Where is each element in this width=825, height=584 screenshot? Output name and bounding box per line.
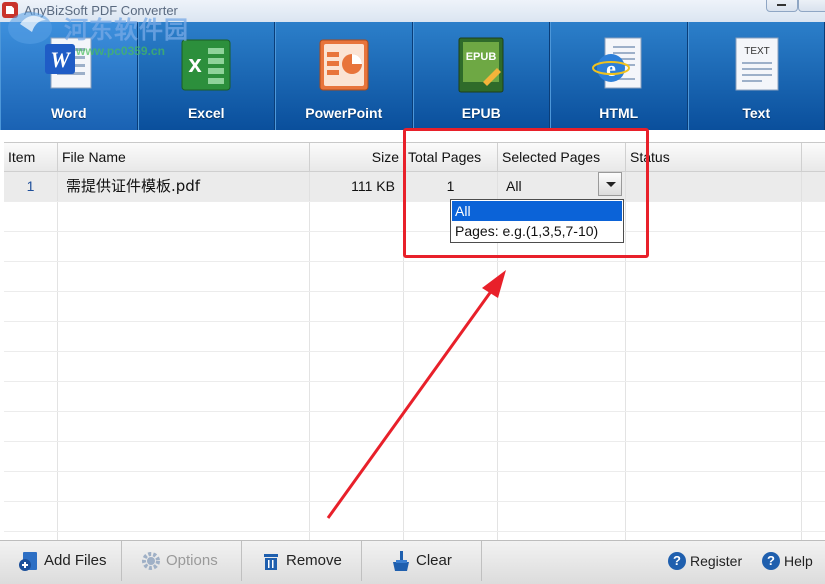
column-header-total-pages[interactable]: Total Pages [404,143,498,171]
help-link[interactable]: ? Help [762,551,813,571]
table-row [4,322,825,352]
table-row [4,502,825,532]
excel-icon: x [178,34,234,96]
trash-icon [260,550,282,572]
table-body: 1 需提供证件模板.pdf 111 KB 1 All [4,172,825,542]
cell-file-name: 需提供证件模板.pdf [58,172,310,201]
tab-html-label: HTML [551,105,687,121]
minimize-button[interactable] [766,0,798,12]
tab-powerpoint-label: PowerPoint [276,105,412,121]
broom-icon [390,550,412,572]
register-label: Register [690,553,742,569]
dropdown-option-all[interactable]: All [452,201,622,221]
tab-word[interactable]: W Word [0,22,138,130]
add-files-label: Add Files [44,552,107,569]
window-title: AnyBizSoft PDF Converter [24,3,178,18]
options-label: Options [166,552,218,569]
tab-excel-label: Excel [139,105,275,121]
app-icon [2,2,18,18]
add-files-button[interactable]: Add Files [4,541,122,581]
svg-text:x: x [189,51,203,78]
column-header-item[interactable]: Item [4,143,58,171]
table-row [4,352,825,382]
tab-powerpoint[interactable]: PowerPoint [275,22,413,130]
column-header-size[interactable]: Size [310,143,404,171]
text-icon: TEXT [728,34,784,96]
svg-text:e: e [606,56,616,81]
table-row [4,232,825,262]
remove-button[interactable]: Remove [242,541,362,581]
file-table: Item File Name Size Total Pages Selected… [4,142,825,543]
powerpoint-icon [316,34,372,96]
clear-button[interactable]: Clear [362,541,482,581]
title-bar: AnyBizSoft PDF Converter [0,0,825,23]
cell-total-pages: 1 [404,172,498,201]
epub-icon: EPUB [453,34,509,96]
register-link[interactable]: ? Register [668,551,742,571]
table-row [4,412,825,442]
format-toolbar: W Word x Excel PowerPoint EPUB [0,22,825,130]
table-header: Item File Name Size Total Pages Selected… [4,143,825,172]
tab-epub[interactable]: EPUB EPUB [413,22,551,130]
dropdown-option-pages[interactable]: Pages: e.g.(1,3,5,7-10) [452,221,622,241]
tab-word-label: Word [1,105,137,121]
register-icon: ? [668,552,686,570]
table-row [4,382,825,412]
help-label: Help [784,553,813,569]
minimize-icon [777,4,786,6]
remove-label: Remove [286,552,342,569]
selected-pages-dropdown-list: All Pages: e.g.(1,3,5,7-10) [450,199,624,243]
tab-text-label: Text [689,105,825,121]
table-row [4,262,825,292]
svg-text:EPUB: EPUB [466,51,497,63]
table-row [4,292,825,322]
cell-item: 1 [4,172,58,201]
clear-label: Clear [416,552,452,569]
selected-pages-dropdown-button[interactable] [598,172,622,196]
column-header-selected-pages[interactable]: Selected Pages [498,143,626,171]
tab-text[interactable]: TEXT Text [688,22,825,130]
table-row [4,472,825,502]
cell-status [626,172,802,201]
maximize-button[interactable] [798,0,825,12]
html-icon: e [591,34,647,96]
tab-excel[interactable]: x Excel [138,22,276,130]
bottom-toolbar: Add Files Options Remove Clear ? Registe… [0,540,825,584]
table-row [4,202,825,232]
table-row [4,442,825,472]
help-icon: ? [762,552,780,570]
svg-text:W: W [50,47,71,72]
table-row[interactable]: 1 需提供证件模板.pdf 111 KB 1 All [4,172,825,202]
column-header-status[interactable]: Status [626,143,802,171]
options-button[interactable]: Options [122,541,242,581]
cell-size: 111 KB [310,172,404,201]
add-file-icon [18,550,40,572]
svg-text:TEXT: TEXT [744,46,770,57]
word-icon: W [41,34,97,96]
gear-icon [140,550,162,572]
tab-epub-label: EPUB [414,105,550,121]
column-header-file-name[interactable]: File Name [58,143,310,171]
tab-html[interactable]: e HTML [550,22,688,130]
